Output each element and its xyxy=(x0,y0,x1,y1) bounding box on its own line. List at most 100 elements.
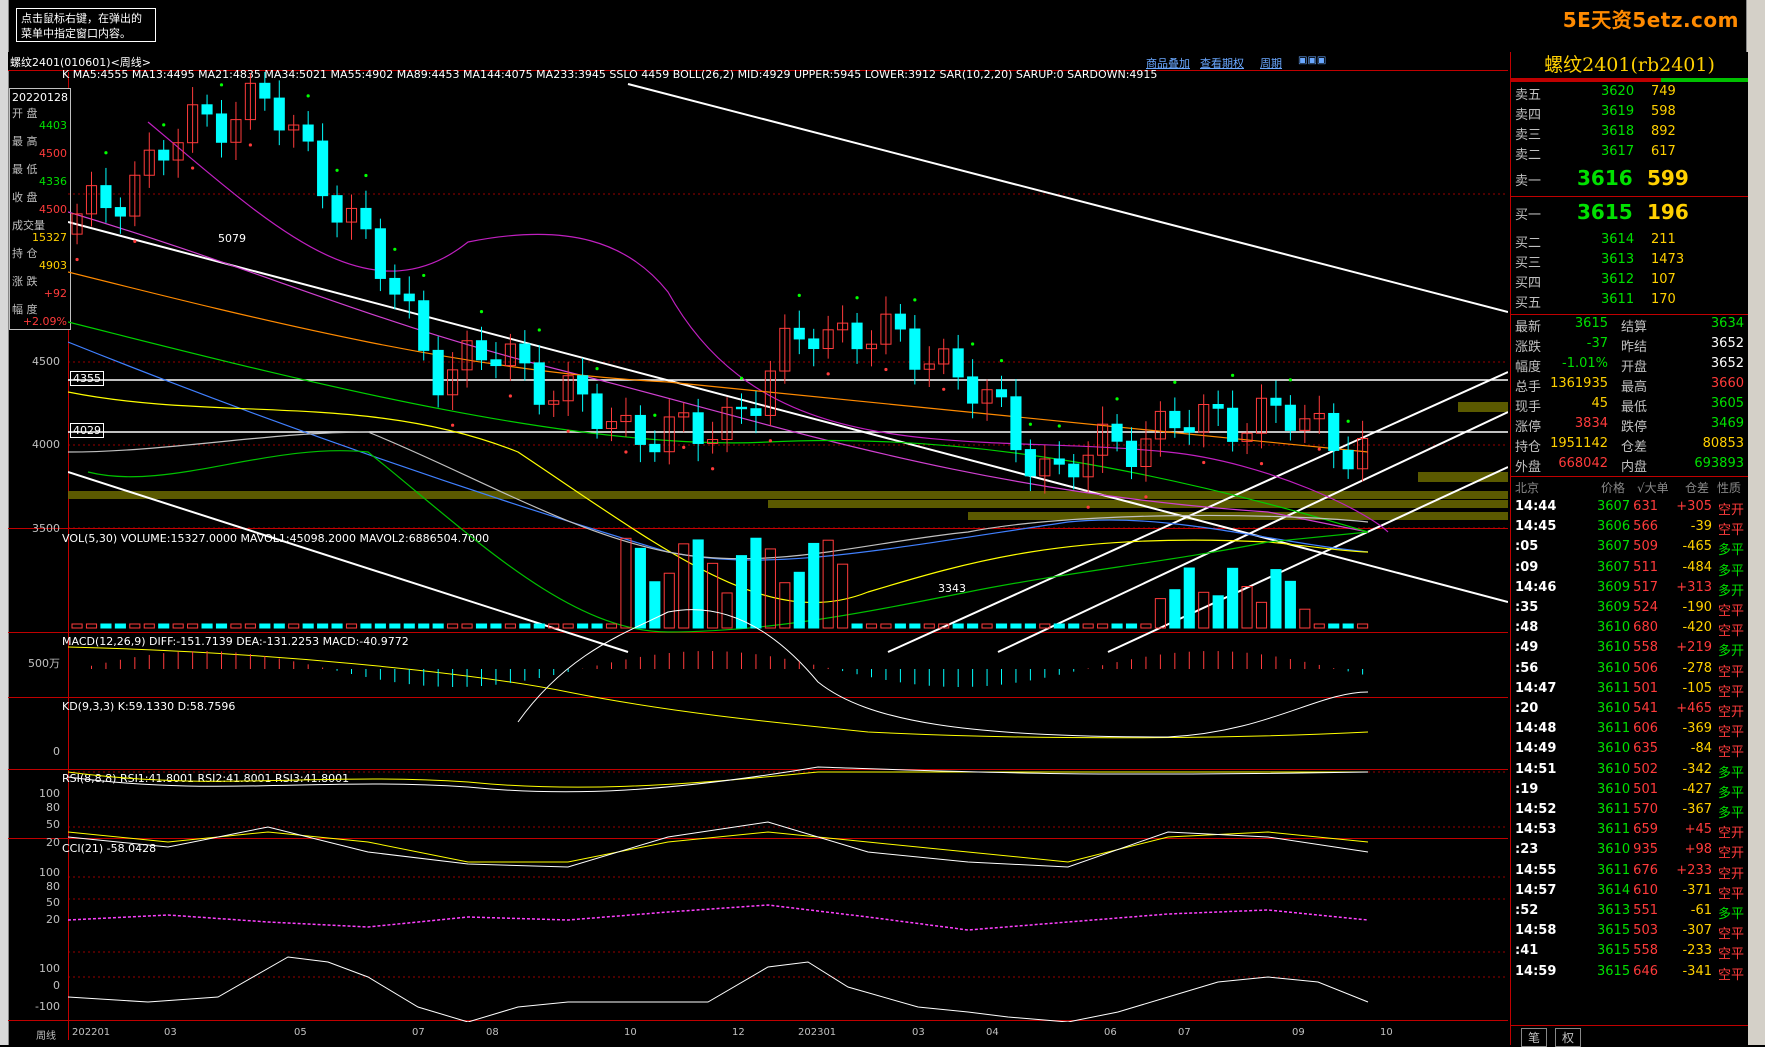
sar-dot xyxy=(797,293,801,297)
tick-row: :09 3607 511 -484 多平 xyxy=(1515,559,1744,579)
volume-bar xyxy=(865,623,878,629)
candle xyxy=(215,113,228,143)
kd-axis-label: 20 xyxy=(46,836,60,849)
candle xyxy=(1328,412,1340,451)
sar-dot xyxy=(508,394,512,398)
info-value: 4403 xyxy=(39,119,67,132)
high-annotation: 5079 xyxy=(218,232,246,245)
kline-chart[interactable]: 5079 3343 xyxy=(68,72,1508,1022)
candle xyxy=(808,338,820,350)
candle xyxy=(273,97,285,131)
candle xyxy=(1068,463,1080,478)
volume-bar xyxy=(1255,601,1268,629)
sar-dot xyxy=(1231,373,1235,377)
view-options-link[interactable]: 查看期权 xyxy=(1200,55,1244,71)
rsi-axis-label: 100 xyxy=(39,866,60,879)
info-value: 4903 xyxy=(39,259,67,272)
sar-dot xyxy=(768,439,772,443)
sar-dot xyxy=(653,413,657,417)
tick-row: :56 3610 506 -278 空平 xyxy=(1515,660,1744,680)
time-tick: 03 xyxy=(164,1027,177,1038)
volume-bar xyxy=(1140,623,1152,629)
window-scrollbar[interactable] xyxy=(1746,0,1765,1045)
bid-row: 买二 3614 211 xyxy=(1515,232,1676,251)
volume-bar xyxy=(432,623,444,629)
candle xyxy=(851,322,863,350)
sar-dot xyxy=(595,367,599,371)
sar-dot xyxy=(1115,397,1119,401)
volume-bar xyxy=(114,623,126,629)
tab-rights[interactable]: 权 xyxy=(1555,1028,1582,1047)
sar-dot xyxy=(306,94,310,98)
sar-dot xyxy=(191,166,195,170)
volume-bar xyxy=(663,572,675,629)
sar-dot xyxy=(422,273,426,278)
candle xyxy=(793,327,805,340)
divider xyxy=(1511,476,1748,477)
volume-bar xyxy=(764,548,776,629)
candle xyxy=(1024,449,1036,477)
candle xyxy=(1284,404,1296,431)
tick-row: 14:46 3609 517 +313 多开 xyxy=(1515,579,1744,599)
ask-row: 卖一 3616 599 xyxy=(1515,166,1689,190)
volume-bar xyxy=(1241,586,1253,629)
candle xyxy=(1169,410,1181,429)
volume-bar xyxy=(1068,623,1080,629)
stat-row: 幅度 -1.01% 开盘 3652 xyxy=(1515,356,1744,375)
candle xyxy=(1227,407,1239,442)
candle xyxy=(490,359,502,367)
site-logo: 5E天资5etz.com xyxy=(1562,8,1739,32)
sar-dot xyxy=(999,358,1004,363)
cci-axis-label: 0 xyxy=(53,979,60,992)
volume-bar xyxy=(605,623,618,629)
volume-bar xyxy=(808,542,820,629)
volume-bar xyxy=(1053,623,1065,629)
tick-row: :05 3607 509 -465 多平 xyxy=(1515,539,1744,559)
time-tick: 12 xyxy=(732,1027,745,1038)
volume-bar xyxy=(678,543,690,629)
volume-bar xyxy=(1299,608,1311,629)
candle xyxy=(909,328,921,370)
sar-dot xyxy=(248,143,252,147)
sar-dot xyxy=(971,342,975,346)
tick-row: 14:48 3611 606 -369 空平 xyxy=(1515,721,1744,741)
stat-row: 涨跌 -37 昨结 3652 xyxy=(1515,336,1744,355)
sar-dot xyxy=(104,151,108,155)
volume-bar xyxy=(519,623,531,629)
sar-dot xyxy=(1202,460,1206,465)
candle xyxy=(735,406,748,410)
volume-bar xyxy=(259,623,271,629)
candle xyxy=(894,313,906,330)
volume-bar xyxy=(1313,623,1325,629)
tick-row: 14:55 3611 676 +233 空开 xyxy=(1515,862,1744,882)
sar-dot xyxy=(537,328,541,332)
sar-dot xyxy=(942,387,946,391)
tick-row: :52 3613 551 -61 多平 xyxy=(1515,903,1744,922)
tick-row: 14:49 3610 635 -84 空平 xyxy=(1515,741,1744,761)
sar-dot xyxy=(826,372,830,376)
volume-bar xyxy=(779,582,791,629)
volume-bar xyxy=(504,623,516,629)
sar-dot xyxy=(451,423,455,427)
candle xyxy=(389,277,401,295)
volume-bar xyxy=(837,563,849,629)
time-tick: 07 xyxy=(1178,1027,1191,1038)
quote-title: 螺纹2401(rb2401) xyxy=(1544,54,1715,76)
sar-dot xyxy=(1346,419,1350,423)
volume-bar xyxy=(389,623,401,629)
volume-bar xyxy=(85,623,98,629)
window-controls-icon[interactable]: ▣▣▣ xyxy=(1298,55,1326,66)
volume-bar xyxy=(302,623,314,629)
candle xyxy=(302,124,314,142)
stat-row: 最新 3615 结算 3634 xyxy=(1515,316,1744,335)
sar-dot xyxy=(855,296,859,300)
period-link[interactable]: 周期 xyxy=(1260,55,1282,71)
candle xyxy=(432,349,444,396)
sar-dot xyxy=(566,429,570,433)
tab-ticks[interactable]: 笔 xyxy=(1521,1028,1548,1047)
volume-bar xyxy=(721,592,733,629)
time-tick: 07 xyxy=(412,1027,425,1038)
price-axis-label: 4500 xyxy=(32,355,60,368)
volume-bar xyxy=(822,539,834,629)
info-value: +2.09% xyxy=(22,315,67,328)
